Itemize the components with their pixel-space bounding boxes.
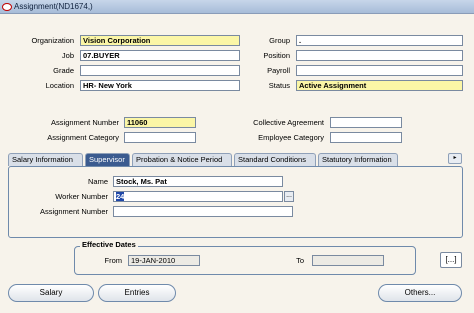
employee-category-label: Employee Category bbox=[258, 133, 324, 142]
to-label: To bbox=[296, 256, 304, 265]
to-date-field[interactable] bbox=[312, 255, 384, 266]
tab-standard-conditions[interactable]: Standard Conditions bbox=[234, 153, 316, 166]
supervisor-assignment-number-field[interactable] bbox=[113, 206, 293, 217]
location-field[interactable]: HR- New York bbox=[80, 80, 240, 91]
others-button[interactable]: Others... bbox=[378, 284, 462, 302]
collective-agreement-label: Collective Agreement bbox=[253, 118, 324, 127]
location-label: Location bbox=[45, 81, 74, 90]
assignment-number-field[interactable]: 11060 bbox=[124, 117, 196, 128]
worker-number-lov-button[interactable]: ... bbox=[284, 191, 294, 202]
tab-probation-notice-period[interactable]: Probation & Notice Period bbox=[132, 153, 232, 166]
job-label: Job bbox=[61, 51, 74, 60]
supervisor-name-field[interactable]: Stock, Ms. Pat bbox=[113, 176, 283, 187]
grade-field[interactable] bbox=[80, 65, 240, 76]
more-fields-button[interactable]: [...] bbox=[440, 252, 462, 268]
from-date-field[interactable]: 19-JAN-2010 bbox=[128, 255, 200, 266]
payroll-field[interactable] bbox=[296, 65, 463, 76]
tab-supervisor[interactable]: Supervisor bbox=[85, 153, 130, 166]
position-label: Position bbox=[263, 51, 290, 60]
supervisor-name-label: Name bbox=[87, 177, 108, 186]
worker-number-field[interactable]: 24 bbox=[113, 191, 283, 202]
tab-statutory-information[interactable]: Statutory Information bbox=[318, 153, 398, 166]
tab-scroll-right-icon[interactable]: ▸ bbox=[448, 153, 462, 164]
effective-dates-title: Effective Dates bbox=[80, 240, 138, 250]
status-label: Status bbox=[268, 81, 290, 90]
worker-number-value: 24 bbox=[116, 192, 125, 201]
from-label: From bbox=[104, 256, 123, 265]
oracle-logo-icon bbox=[2, 3, 12, 11]
group-label: Group bbox=[269, 36, 290, 45]
grade-label: Grade bbox=[53, 66, 74, 75]
group-field[interactable]: . bbox=[296, 35, 463, 46]
organization-label: Organization bbox=[31, 36, 74, 45]
window-title: Assignment(ND1674,) bbox=[14, 2, 93, 11]
position-field[interactable] bbox=[296, 50, 463, 61]
assignment-category-field[interactable] bbox=[124, 132, 196, 143]
payroll-label: Payroll bbox=[267, 66, 290, 75]
job-field[interactable]: 07.BUYER bbox=[80, 50, 240, 61]
worker-number-label: Worker Number bbox=[55, 192, 108, 201]
entries-button[interactable]: Entries bbox=[98, 284, 176, 302]
status-field[interactable]: Active Assignment bbox=[296, 80, 463, 91]
window-titlebar: Assignment(ND1674,) bbox=[0, 0, 474, 14]
assignment-category-label: Assignment Category bbox=[47, 133, 119, 142]
supervisor-assignment-number-label: Assignment Number bbox=[40, 207, 108, 216]
tab-salary-information[interactable]: Salary Information bbox=[8, 153, 83, 166]
employee-category-field[interactable] bbox=[330, 132, 402, 143]
salary-button[interactable]: Salary bbox=[8, 284, 94, 302]
collective-agreement-field[interactable] bbox=[330, 117, 402, 128]
assignment-number-label: Assignment Number bbox=[51, 118, 119, 127]
organization-field[interactable]: Vision Corporation bbox=[80, 35, 240, 46]
